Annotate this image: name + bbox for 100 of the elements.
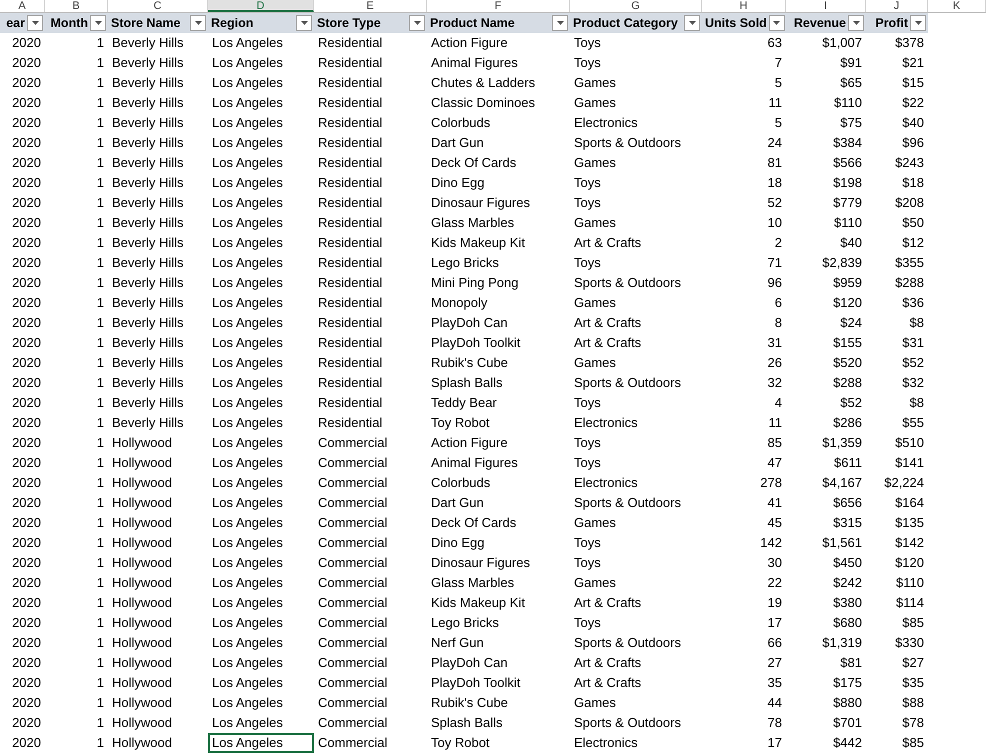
column-header[interactable]: K: [928, 0, 986, 12]
table-cell-text: Commercial: [317, 474, 388, 492]
table-cell-text: Dino Egg: [430, 174, 486, 192]
table-cell-text: Toys: [573, 554, 602, 572]
table-cell-text: 1: [96, 374, 105, 392]
table-cell-text: 2020: [11, 294, 42, 312]
table-cell-text: 66: [766, 634, 783, 652]
table-cell-text: $1,561: [821, 534, 863, 552]
table-cell-text: 1: [96, 134, 105, 152]
table-cell-text: Los Angeles: [211, 414, 284, 432]
table-cell-text: $15: [901, 74, 925, 92]
table-cell-text: Lego Bricks: [430, 254, 500, 272]
table-cell-text: 2020: [11, 134, 42, 152]
table-cell-text: Mini Ping Pong: [430, 274, 520, 292]
column-header[interactable]: F: [427, 0, 570, 12]
filter-button[interactable]: [409, 15, 425, 31]
table-cell-text: $22: [901, 94, 925, 112]
filter-button[interactable]: [27, 15, 43, 31]
dropdown-icon: [414, 21, 420, 25]
table-cell-text: 1: [96, 554, 105, 572]
filter-button[interactable]: [90, 15, 106, 31]
filter-button[interactable]: [296, 15, 312, 31]
column-header[interactable]: I: [786, 0, 866, 12]
table-cell-text: 85: [766, 434, 783, 452]
table-cell-text: 47: [766, 454, 783, 472]
table-cell-text: $656: [832, 494, 863, 512]
table-cell-text: Los Angeles: [211, 214, 284, 232]
table-cell-text: 41: [766, 494, 783, 512]
filter-button[interactable]: [910, 15, 926, 31]
table-cell-text: Hollywood: [111, 674, 173, 692]
table-cell-text: 2020: [11, 74, 42, 92]
table-cell-text: 2020: [11, 94, 42, 112]
table-cell-text: 2020: [11, 174, 42, 192]
table-cell-text: Splash Balls: [430, 374, 504, 392]
table-cell-text: $135: [894, 514, 925, 532]
table-cell-text: $31: [901, 334, 925, 352]
column-header[interactable]: E: [314, 0, 427, 12]
table-cell-text: 1: [96, 254, 105, 272]
table-cell-text: $8: [908, 314, 925, 332]
table-cell-text: 1: [96, 574, 105, 592]
dropdown-icon: [556, 21, 564, 25]
table-cell-text: Games: [573, 74, 617, 92]
table-header-cell: Store Name: [108, 13, 208, 33]
table-cell-text: 1: [96, 314, 105, 332]
table-cell-text: $566: [832, 154, 863, 172]
table-cell-text: Monopoly: [430, 294, 488, 312]
table-cell-text: 27: [766, 654, 783, 672]
table-cell-text: 2020: [11, 214, 42, 232]
dropdown-icon: [688, 21, 696, 25]
table-cell-text: 1: [96, 654, 105, 672]
table-cell-text: $384: [832, 134, 863, 152]
table-cell-text: Beverly Hills: [111, 54, 185, 72]
column-header[interactable]: J: [866, 0, 928, 12]
table-cell-text: $120: [832, 294, 863, 312]
table-cell-text: Hollywood: [111, 734, 173, 752]
table-cell-text: 1: [96, 514, 105, 532]
table-cell-text: Rubik's Cube: [430, 354, 509, 372]
table-cell-text: 2020: [11, 354, 42, 372]
column-header[interactable]: H: [702, 0, 786, 12]
table-cell-text: 2020: [11, 374, 42, 392]
table-header-cell: Month: [45, 13, 108, 33]
table-cell-text: Commercial: [317, 734, 388, 752]
table-cell-text: Los Angeles: [211, 634, 284, 652]
table-cell-text: Los Angeles: [211, 194, 284, 212]
table-cell-text: Beverly Hills: [111, 374, 185, 392]
filter-button[interactable]: [768, 15, 785, 31]
column-header[interactable]: D: [208, 0, 314, 12]
dropdown-icon: [300, 21, 308, 25]
table-cell-text: Art & Crafts: [573, 334, 642, 352]
table-cell-text: $4,167: [821, 474, 863, 492]
table-cell-text: 18: [766, 174, 783, 192]
column-header[interactable]: B: [45, 0, 108, 12]
table-cell-text: PlayDoh Can: [430, 654, 509, 672]
table-cell-text: $288: [894, 274, 925, 292]
table-cell-text: Los Angeles: [211, 54, 284, 72]
table-cell-text: Dart Gun: [430, 134, 485, 152]
table-cell-text: $1,359: [821, 434, 863, 452]
column-header[interactable]: G: [570, 0, 702, 12]
table-cell-text: 1: [96, 694, 105, 712]
table-cell-text: $155: [832, 334, 863, 352]
table-cell-text: Commercial: [317, 434, 388, 452]
column-header[interactable]: A: [0, 0, 45, 12]
table-cell-text: Residential: [317, 154, 384, 172]
table-cell-text: Commercial: [317, 694, 388, 712]
table-cell-text: 4: [774, 394, 783, 412]
table-cell-text: $2,839: [821, 254, 863, 272]
filter-button[interactable]: [684, 15, 700, 31]
table-cell-text: Electronics: [573, 734, 639, 752]
table-cell-text: Residential: [317, 114, 384, 132]
table-cell-text: Residential: [317, 34, 384, 52]
table-cell-text: $21: [901, 54, 925, 72]
table-cell-text: $110: [833, 214, 863, 232]
table-cell-text: $208: [894, 194, 925, 212]
filter-button[interactable]: [848, 15, 864, 31]
table-cell-text: Los Angeles: [211, 274, 284, 292]
filter-button[interactable]: [552, 15, 568, 31]
table-cell-text: Sports & Outdoors: [573, 374, 682, 392]
filter-button[interactable]: [190, 15, 206, 31]
table-cell-text: $175: [832, 674, 863, 692]
table-cell-text: $701: [832, 714, 863, 732]
